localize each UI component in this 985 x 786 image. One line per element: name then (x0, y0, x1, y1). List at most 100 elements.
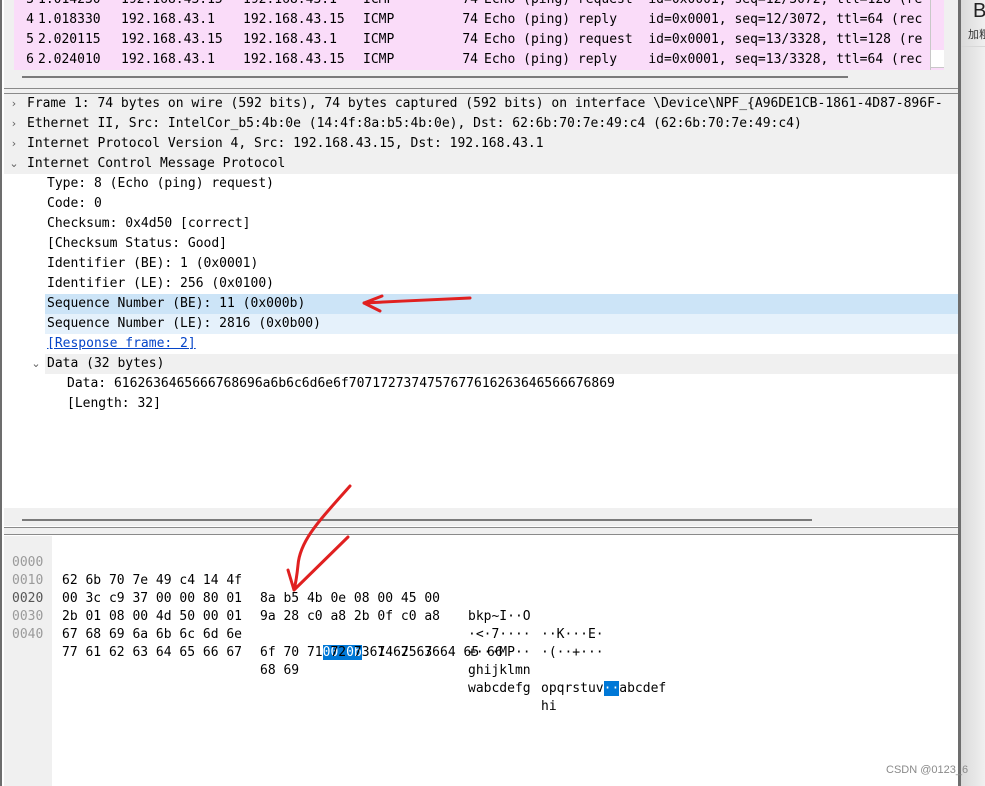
packet-destination: 192.168.43.1 (243, 32, 337, 47)
field-checksum[interactable]: Checksum: 0x4d50 [correct] (4, 214, 960, 234)
packet-protocol: ICMP (363, 0, 394, 10)
chevron-right-icon[interactable]: › (8, 134, 20, 154)
tree-item-icmp[interactable]: ⌄ Internet Control Message Protocol (4, 154, 960, 174)
field-identifier-be[interactable]: Identifier (BE): 1 (0x0001) (4, 254, 960, 274)
bold-button[interactable]: B (973, 0, 985, 23)
hex-bytes[interactable]: 00 3c c9 37 00 00 80 01 (62, 590, 242, 608)
packet-length: 74 (462, 52, 478, 67)
packet-protocol: ICMP (363, 52, 395, 67)
field-sequence-number-le[interactable]: Sequence Number (LE): 2816 (0x0b00) (45, 314, 960, 334)
packet-info: Echo (ping) request id=0x0001, seq=13/33… (484, 32, 923, 47)
packet-time: 1.014230 (38, 0, 101, 10)
packet-info: Echo (ping) reply id=0x0001, seq=12/3072… (484, 12, 923, 27)
packet-time: 2.020115 (38, 32, 101, 47)
field-response-frame[interactable]: [Response frame: 2] (4, 334, 960, 354)
ascii-bytes[interactable]: hi (541, 698, 557, 716)
tree-item-label: Internet Protocol Version 4, Src: 192.16… (27, 136, 544, 151)
field-label: Identifier (BE): 1 (0x0001) (47, 256, 259, 271)
tree-item-frame[interactable]: › Frame 1: 74 bytes on wire (592 bits), … (4, 94, 960, 114)
hex-bytes[interactable]: 67 68 69 6a 6b 6c 6d 6e (62, 626, 242, 644)
tree-item-label: Ethernet II, Src: IntelCor_b5:4b:0e (14:… (27, 116, 802, 131)
packet-row[interactable]: 3 1.014230 192.168.43.15 192.168.43.1 IC… (14, 0, 924, 10)
field-data[interactable]: Data: 6162636465666768696a6b6c6d6e6f7071… (4, 374, 960, 394)
side-toolbar: B 加粗 (961, 0, 985, 786)
tree-item-ipv4[interactable]: › Internet Protocol Version 4, Src: 192.… (4, 134, 960, 154)
ascii-bytes[interactable]: ··K···E· (541, 626, 604, 644)
field-label: [Length: 32] (67, 396, 161, 411)
field-label: Code: 0 (47, 196, 102, 211)
field-type[interactable]: Type: 8 (Echo (ping) request) (4, 174, 960, 194)
bytes-row[interactable]: 0040 77 61 62 63 64 65 66 67 68 69 wabcd… (4, 608, 557, 714)
chevron-down-icon[interactable]: ⌄ (8, 154, 20, 174)
hex-bytes[interactable]: 77 61 62 63 64 65 66 67 (62, 644, 242, 662)
bytes-row[interactable]: 0000 62 6b 70 7e 49 c4 14 4f 8a b5 4b 0e… (4, 536, 604, 642)
packet-row[interactable]: 6 2.024010 192.168.43.1 192.168.43.15 IC… (14, 50, 924, 70)
packet-number: 5 (26, 32, 34, 47)
packet-protocol: ICMP (363, 12, 395, 27)
ascii-bytes[interactable]: +···MP·· (468, 644, 531, 662)
ascii-bytes-selected[interactable]: ·· (603, 681, 620, 696)
packet-number: 6 (26, 52, 34, 67)
field-checksum-status[interactable]: [Checksum Status: Good] (4, 234, 960, 254)
packet-source: 192.168.43.1 (121, 52, 215, 67)
packet-row[interactable]: 4 1.018330 192.168.43.1 192.168.43.15 IC… (14, 10, 924, 30)
ascii-bytes[interactable]: opqrstuv (541, 680, 604, 698)
tree-item-ethernet[interactable]: › Ethernet II, Src: IntelCor_b5:4b:0e (1… (4, 114, 960, 134)
chevron-down-icon[interactable]: ⌄ (27, 354, 45, 374)
packet-source: 192.168.43.15 (121, 32, 223, 47)
ascii-bytes[interactable]: ·(··+··· (541, 644, 604, 662)
packet-bytes-pane: 0000 62 6b 70 7e 49 c4 14 4f 8a b5 4b 0e… (4, 536, 960, 786)
packet-length: 74 (442, 0, 478, 10)
tree-item-label: Data (32 bytes) (47, 356, 165, 371)
details-scroll-area (4, 508, 960, 526)
ascii-bytes[interactable]: ghijklmn (468, 662, 531, 680)
field-label: Sequence Number (LE): 2816 (0x0b00) (47, 316, 321, 331)
hex-bytes[interactable]: 68 69 (260, 662, 299, 680)
scrollbar-track[interactable] (931, 0, 944, 50)
packet-source: 192.168.43.1 (121, 12, 215, 27)
field-label: Identifier (LE): 256 (0x0100) (47, 276, 274, 291)
packet-protocol: ICMP (363, 32, 395, 47)
hex-bytes[interactable]: 8a b5 4b 0e 08 00 45 00 (260, 590, 440, 608)
hex-bytes[interactable]: 2b 01 08 00 4d 50 00 01 (62, 608, 242, 626)
scrollbar-corner (931, 50, 944, 68)
field-data-length[interactable]: [Length: 32] (4, 394, 960, 414)
packet-list-vertical-scrollbar[interactable] (930, 0, 944, 70)
bytes-row[interactable]: 0030 67 68 69 6a 6b 6c 6d 6e 6f 70 71 72… (4, 590, 604, 696)
field-sequence-number-be[interactable]: Sequence Number (BE): 11 (0x000b) (45, 294, 960, 314)
tree-item-label: Frame 1: 74 bytes on wire (592 bits), 74… (27, 96, 943, 111)
hex-bytes[interactable]: 62 6b 70 7e 49 c4 14 4f (62, 572, 242, 590)
bytes-row[interactable]: 0010 00 3c c9 37 00 00 80 01 9a 28 c0 a8… (4, 554, 604, 660)
field-code[interactable]: Code: 0 (4, 194, 960, 214)
chevron-right-icon[interactable]: › (8, 94, 20, 114)
packet-info: Echo (ping) request id=0x0001, seq=12/30… (484, 0, 922, 10)
packet-length: 74 (462, 12, 478, 27)
chevron-right-icon[interactable]: › (8, 114, 20, 134)
details-horizontal-scrollbar[interactable] (22, 519, 812, 521)
field-label: Checksum: 0x4d50 [correct] (47, 216, 251, 231)
hex-bytes[interactable]: 6f 70 71 72 73 74 75 76 (260, 644, 440, 662)
bytes-row[interactable]: 0020 2b 01 08 00 4d 50 00 01 00 0b 61 62… (4, 572, 666, 696)
ascii-bytes[interactable]: abcdef (619, 681, 666, 696)
packet-details-pane: › Frame 1: 74 bytes on wire (592 bits), … (4, 94, 960, 526)
packet-time: 1.018330 (38, 12, 101, 27)
field-label: [Checksum Status: Good] (47, 236, 228, 251)
packet-destination: 192.168.43.15 (243, 12, 345, 27)
packet-row[interactable]: 5 2.020115 192.168.43.15 192.168.43.1 IC… (14, 30, 924, 50)
packet-info: Echo (ping) reply id=0x0001, seq=13/3328… (484, 52, 923, 67)
tree-item-data[interactable]: ⌄ Data (32 bytes) (27, 354, 960, 374)
packet-length: 74 (462, 32, 478, 47)
packet-list-pane: 3 1.014230 192.168.43.15 192.168.43.1 IC… (4, 0, 960, 88)
hex-bytes[interactable]: 9a 28 c0 a8 2b 0f c0 a8 (260, 608, 440, 626)
packet-list-horizontal-scrollbar[interactable] (22, 76, 848, 78)
packet-list: 3 1.014230 192.168.43.15 192.168.43.1 IC… (14, 0, 944, 70)
ascii-bytes[interactable]: wabcdefg (468, 680, 531, 698)
pane-splitter[interactable] (4, 527, 960, 535)
field-identifier-le[interactable]: Identifier (LE): 256 (0x0100) (4, 274, 960, 294)
field-label: Type: 8 (Echo (ping) request) (47, 176, 274, 191)
response-frame-link[interactable]: [Response frame: 2] (47, 334, 196, 354)
packet-destination: 192.168.43.15 (243, 52, 345, 67)
wireshark-window: 3 1.014230 192.168.43.15 192.168.43.1 IC… (0, 0, 960, 786)
packet-number: 3 (14, 0, 34, 10)
ascii-bytes[interactable]: bkp~I··O (468, 608, 531, 626)
